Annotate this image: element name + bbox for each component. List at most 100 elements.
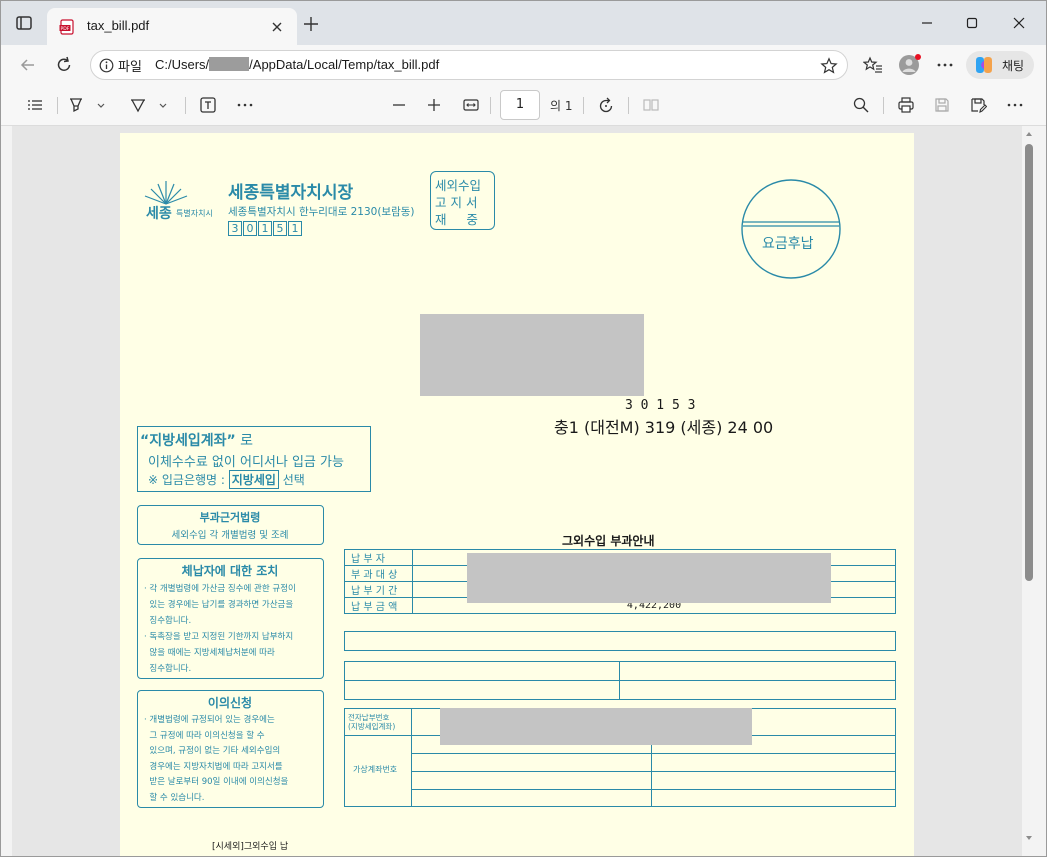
profile-icon[interactable] [898, 53, 922, 77]
scroll-up-icon[interactable] [1024, 129, 1034, 139]
footer-cut-text: [시세외]그외수입 납 [212, 842, 289, 852]
highlight-icon[interactable] [67, 96, 85, 114]
address-bar[interactable]: 파일 C:/Users/ /AppData/Local/Temp/tax_bill… [90, 50, 848, 80]
notice-suffix: 로 [235, 433, 254, 449]
fit-width-icon[interactable] [462, 96, 480, 114]
objection-title: 이의신청 [207, 696, 253, 710]
pdf-file-icon: PDF [59, 19, 74, 35]
close-window-icon[interactable] [1009, 13, 1029, 33]
delinquent-line: 있는 경우에는 납기를 경과하면 가산금을 [144, 600, 294, 610]
notice-line-2: 이체수수료 없이 어디서나 입금 가능 [148, 455, 344, 470]
stamp-line: 재 중 [435, 212, 478, 227]
legal-basis-body: 세외수입 각 개별법령 및 조례 [171, 530, 289, 541]
pdf-toolbar: 1 의 1 [1, 85, 1046, 126]
notice-quote: “지방세입계좌” [140, 433, 236, 449]
save-icon[interactable] [933, 96, 951, 114]
row-label: 부 과 대 상 [344, 565, 413, 582]
separator [628, 97, 629, 114]
bank-box: 지방세입 [228, 470, 279, 489]
legal-basis-box: 부과근거법령 세외수입 각 개별법령 및 조례 [137, 505, 324, 545]
search-icon[interactable] [852, 96, 870, 114]
objection-box: 이의신청 · 개별법령에 규정되어 있는 경우에는 그 규정에 따라 이의신청을… [137, 690, 324, 808]
logo-small-text: 특별자치시 [176, 209, 213, 218]
url-text[interactable]: C:/Users/ /AppData/Local/Temp/tax_bill.pd… [155, 57, 439, 72]
divider [411, 771, 895, 772]
minimize-icon[interactable] [917, 13, 937, 33]
print-icon[interactable] [897, 96, 915, 114]
recipient-postal-code: 3 0 1 5 3 [625, 398, 696, 413]
url-prefix: C:/Users/ [155, 57, 210, 72]
address-bar-row: 파일 C:/Users/ /AppData/Local/Temp/tax_bill… [1, 45, 1046, 85]
delinquent-body: · 각 개별법령에 가산금 징수에 관한 규정이 있는 경우에는 납기를 경과하… [144, 581, 296, 677]
delinquent-line: 징수합니다. [144, 664, 192, 674]
epay-label-sub: (지방세입계좌) [348, 722, 396, 731]
chevron-down-icon[interactable] [157, 96, 169, 114]
save-as-icon[interactable] [969, 96, 987, 114]
page-total: 의 1 [550, 99, 573, 113]
zoom-in-icon[interactable] [425, 96, 443, 114]
postal-digit: 1 [288, 221, 302, 236]
recipient-address: 충1 (대전M) 319 (세종) 24 00 [554, 418, 774, 437]
star-icon[interactable] [820, 57, 838, 75]
bill-title: 그외수입 부과안내 [562, 534, 655, 548]
close-icon[interactable] [269, 19, 285, 35]
favorites-icon[interactable] [863, 55, 883, 75]
redacted-epay-number [440, 708, 752, 745]
objection-line: 그 규정에 따라 이의신청을 할 수 [144, 730, 265, 741]
back-arrow-icon[interactable] [18, 55, 38, 75]
row-label: 납 부 기 간 [344, 581, 413, 598]
delinquent-line: · 독촉장을 받고 지정된 기한까지 납부하지 [144, 632, 294, 642]
postage-seal-icon [741, 179, 841, 279]
draw-icon[interactable] [129, 96, 147, 114]
postal-digit: 1 [258, 221, 272, 236]
separator [185, 97, 186, 114]
tab-tax-bill[interactable]: PDF tax_bill.pdf [47, 8, 297, 45]
two-page-icon[interactable] [642, 96, 660, 114]
separator [883, 97, 884, 114]
more-icon[interactable] [935, 55, 955, 75]
postal-digit: 3 [228, 221, 242, 236]
objection-line: · 개별법령에 규정되어 있는 경우에는 [144, 715, 275, 725]
objection-line: 할 수 있습니다. [144, 792, 205, 803]
contents-icon[interactable] [26, 96, 44, 114]
scroll-thumb[interactable] [1025, 144, 1033, 581]
zoom-out-icon[interactable] [390, 96, 408, 114]
separator [57, 97, 58, 114]
chevron-down-icon[interactable] [95, 96, 107, 114]
objection-body: · 개별법령에 규정되어 있는 경우에는 그 규정에 따라 이의신청을 할 수 … [144, 713, 288, 806]
info-icon[interactable] [99, 58, 114, 73]
divider [411, 753, 895, 754]
divider [411, 709, 412, 806]
divider [411, 789, 895, 790]
rotate-icon[interactable] [597, 96, 615, 114]
scroll-down-icon[interactable] [1024, 833, 1034, 843]
authority-address: 세종특별자치시 한누리대로 2130(보람동) [228, 206, 415, 218]
bank-label: ※ 입금은행명 : [148, 473, 225, 487]
more-icon[interactable] [1006, 96, 1024, 114]
title-bar: PDF tax_bill.pdf [1, 1, 1046, 45]
url-suffix: /AppData/Local/Temp/tax_bill.pdf [249, 57, 440, 72]
postal-digit: 0 [243, 221, 257, 236]
notice-line-3: ※ 입금은행명 : 지방세입 선택 [148, 470, 305, 489]
redacted-username [209, 57, 250, 71]
refresh-icon[interactable] [54, 55, 74, 75]
maximize-icon[interactable] [962, 13, 982, 33]
redacted-recipient-name [420, 314, 644, 396]
copilot-label: 채팅 [1002, 59, 1025, 73]
objection-line: 있으며, 규정이 없는 기타 세외수입의 [144, 746, 281, 756]
pdf-viewer[interactable]: 세종 특별자치시 세종특별자치시장 세종특별자치시 한누리대로 2130(보람동… [12, 126, 1022, 856]
postage-label: 요금후납 [762, 236, 814, 252]
delinquent-line: · 각 개별법령에 가산금 징수에 관한 규정이 [144, 584, 296, 594]
more-icon[interactable] [236, 96, 254, 114]
copilot-button[interactable]: 채팅 [966, 51, 1034, 79]
virtual-account-label: 가상계좌번호 [353, 765, 398, 774]
logo-text: 세종 [146, 206, 172, 222]
plus-icon[interactable] [303, 16, 319, 32]
tab-actions-icon[interactable] [15, 14, 33, 32]
page-number-input[interactable]: 1 [500, 90, 540, 120]
legal-basis-title: 부과근거법령 [199, 511, 261, 524]
text-icon[interactable] [199, 96, 217, 114]
browser-window: PDF tax_bill.pdf 파일 C:/Users/ /AppData/Lo… [0, 0, 1047, 857]
divider [345, 680, 895, 681]
divider [619, 662, 620, 699]
